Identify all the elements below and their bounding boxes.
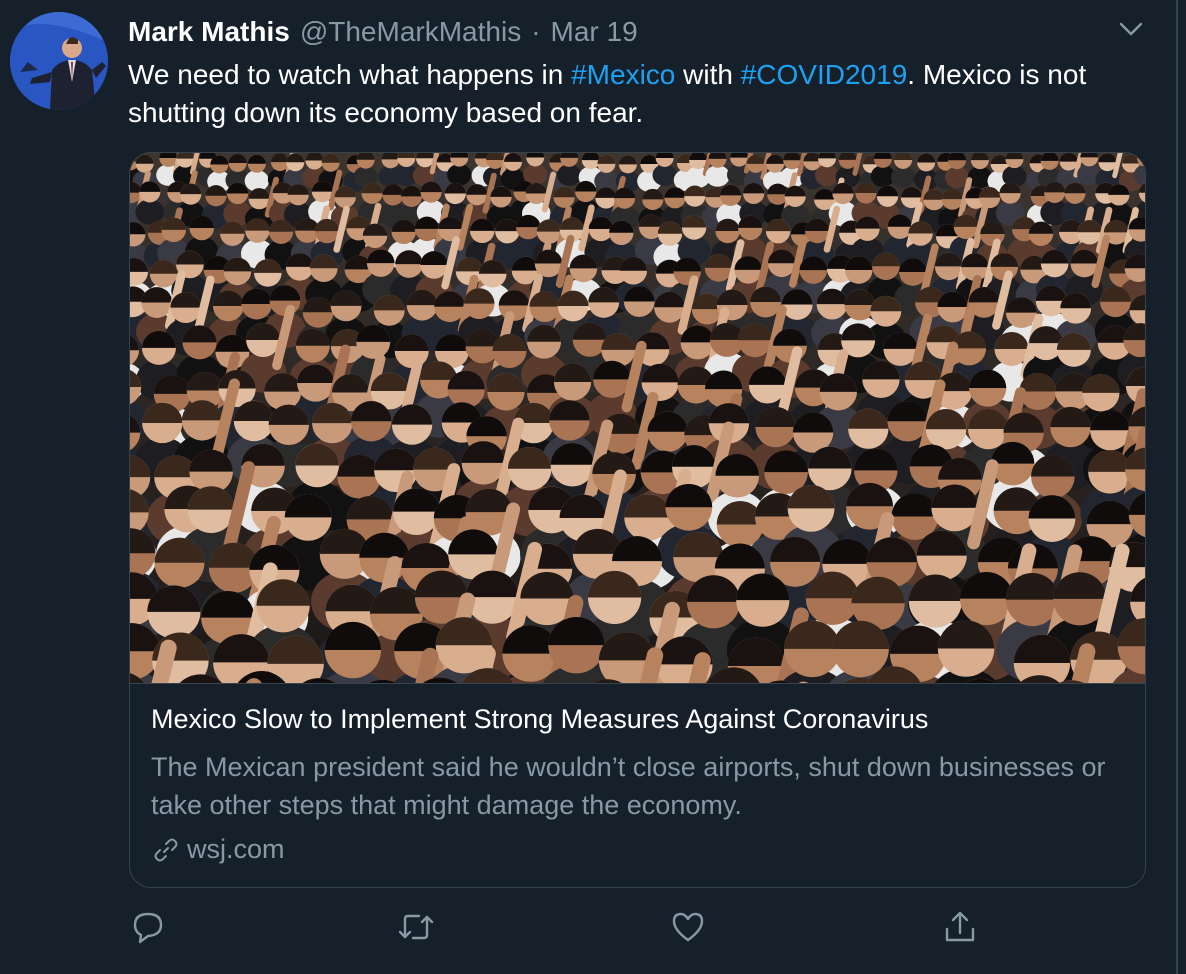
chevron-down-icon[interactable] <box>1118 16 1144 42</box>
card-title: Mexico Slow to Implement Strong Measures… <box>151 704 929 734</box>
like-icon <box>672 912 704 942</box>
author-handle[interactable]: @TheMarkMathis <box>300 16 521 48</box>
card-source: wsj.com <box>151 834 285 865</box>
like-button[interactable] <box>668 905 708 949</box>
hashtag-link[interactable]: #Mexico <box>571 59 675 90</box>
card-body: Mexico Slow to Implement Strong Measures… <box>130 683 1145 887</box>
tweet-text: We need to watch what happens in #Mexico… <box>128 56 1138 132</box>
separator-dot: · <box>531 16 541 47</box>
card-description: The Mexican president said he wouldn’t c… <box>151 752 1106 820</box>
tweet-text-part: with <box>675 59 741 90</box>
tweet-date[interactable]: Mar 19 <box>551 16 638 48</box>
tweet-header: Mark Mathis @TheMarkMathis · Mar 19 <box>128 14 638 50</box>
timeline-border <box>1176 0 1178 974</box>
retweet-button[interactable] <box>396 905 436 949</box>
link-preview-card[interactable]: Mexico Slow to Implement Strong Measures… <box>129 152 1146 888</box>
tweet-text-part: We need to watch what happens in <box>128 59 572 90</box>
reply-icon <box>133 912 163 944</box>
retweet-icon <box>398 914 434 940</box>
tweet-actions <box>128 905 988 949</box>
reply-button[interactable] <box>128 905 168 949</box>
avatar[interactable] <box>10 12 108 110</box>
card-image <box>130 153 1145 683</box>
hashtag-link[interactable]: #COVID2019 <box>741 59 908 90</box>
share-icon <box>945 911 975 942</box>
card-domain: wsj.com <box>187 834 285 864</box>
author-name[interactable]: Mark Mathis <box>128 16 290 48</box>
share-button[interactable] <box>940 905 980 949</box>
link-icon <box>154 838 178 861</box>
